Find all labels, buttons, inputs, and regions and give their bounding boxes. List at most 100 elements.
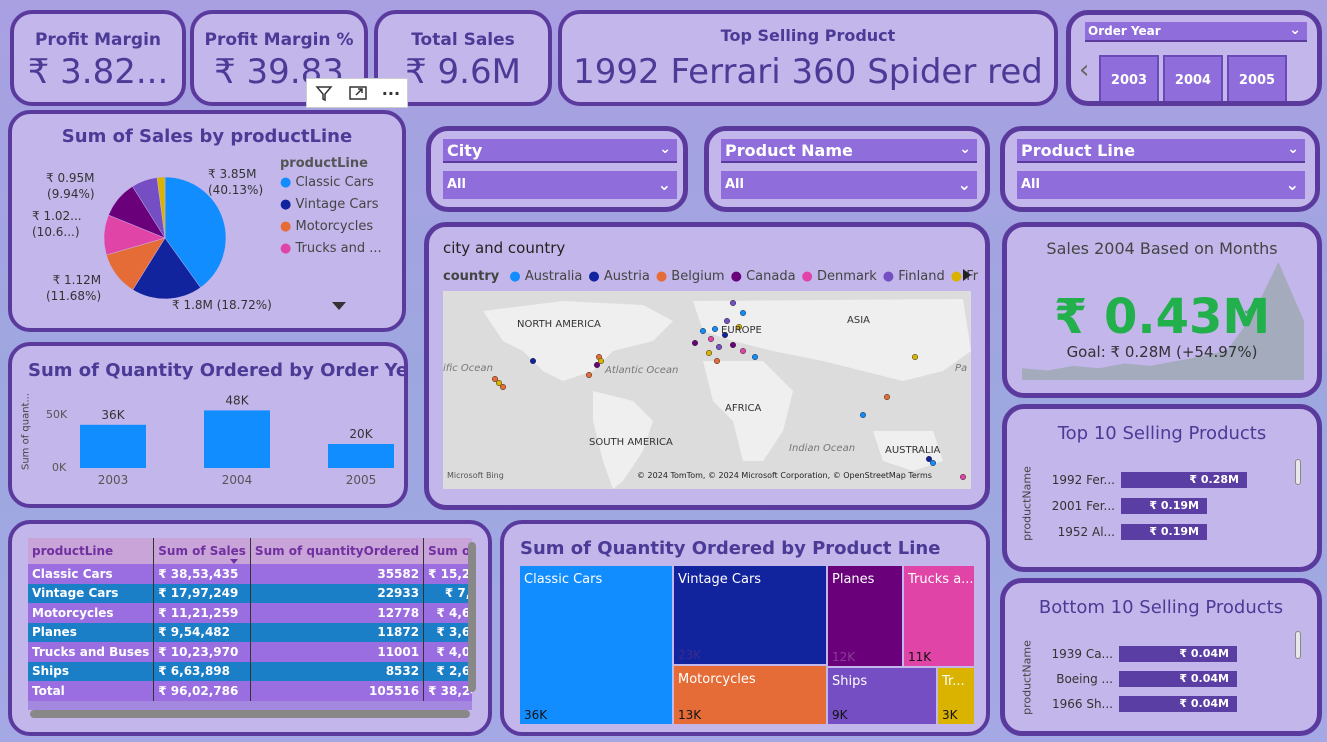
- table-row[interactable]: Motorcycles₹ 11,21,25912778₹ 4,69,088.18: [28, 603, 472, 623]
- bar[interactable]: ₹ 0.04M: [1119, 646, 1237, 662]
- filter-icon[interactable]: [314, 83, 334, 103]
- legend-item[interactable]: ● Austria: [588, 269, 649, 284]
- legend-item[interactable]: ● Australia: [509, 269, 582, 284]
- bar[interactable]: [328, 444, 394, 468]
- map-point[interactable]: [529, 357, 537, 365]
- map-point[interactable]: [859, 411, 867, 419]
- legend-item[interactable]: ● Vintage Cars: [280, 197, 382, 212]
- column-header[interactable]: Sum of quantityOrdered: [250, 538, 425, 564]
- map-point[interactable]: [699, 327, 707, 335]
- table-cell: Total: [28, 681, 155, 701]
- bar[interactable]: ₹ 0.28M: [1121, 472, 1247, 488]
- year-button-2005[interactable]: 2005: [1227, 55, 1287, 101]
- map-point[interactable]: [739, 309, 747, 317]
- map-point[interactable]: [959, 473, 967, 481]
- treemap-cell[interactable]: Trucks a... 11K: [904, 566, 974, 666]
- map-point[interactable]: [499, 383, 507, 391]
- legend-item[interactable]: ● Canada: [731, 269, 796, 284]
- map-point[interactable]: [729, 299, 737, 307]
- legend-label: Belgium: [671, 269, 725, 284]
- table-row[interactable]: Planes₹ 9,54,48211872₹ 3,65,805.17: [28, 622, 472, 642]
- pie-label-value: ₹ 3.85M: [208, 167, 257, 181]
- legend-item[interactable]: ● Motorcycles: [280, 219, 382, 234]
- chevron-down-icon[interactable]: ⌄: [959, 141, 971, 157]
- treemap-cell[interactable]: Ships 9K: [828, 668, 936, 724]
- map-canvas[interactable]: NORTH AMERICA EUROPE ASIA Atlantic Ocean…: [443, 291, 971, 489]
- treemap: Classic Cars 36K Vintage Cars 23K Planes 12K T…: [520, 566, 974, 724]
- map-credit[interactable]: © 2024 TomTom, © 2024 Microsoft Corporat…: [637, 471, 932, 480]
- legend-title: country: [443, 269, 500, 284]
- vertical-scrollbar[interactable]: [468, 542, 476, 692]
- scrollbar[interactable]: [1295, 459, 1301, 485]
- bing-logo: Microsoft Bing: [447, 471, 504, 480]
- map-card: city and country country ● Australia ● Au…: [424, 222, 990, 510]
- map-point[interactable]: [751, 353, 759, 361]
- chevron-left-icon[interactable]: ‹: [1079, 55, 1089, 85]
- map-point[interactable]: [715, 343, 723, 351]
- table-cell: ₹ 10,23,970: [153, 642, 251, 662]
- map-point[interactable]: [739, 347, 747, 355]
- map-point[interactable]: [707, 335, 715, 343]
- city-dropdown[interactable]: All ⌄: [443, 171, 677, 199]
- chevron-down-icon[interactable]: ⌄: [659, 141, 671, 157]
- map-point[interactable]: [929, 459, 937, 467]
- year-button-2003[interactable]: 2003: [1099, 55, 1159, 101]
- kpi-title: Total Sales: [411, 30, 515, 50]
- table-row[interactable]: Ships₹ 6,63,8988532₹ 2,61,189.13: [28, 661, 472, 681]
- chevron-down-icon[interactable]: ⌄: [1287, 141, 1299, 157]
- product-line-dropdown[interactable]: All ⌄: [1017, 171, 1305, 199]
- map-point[interactable]: [691, 339, 699, 347]
- legend-label: Denmark: [817, 269, 877, 284]
- map-point[interactable]: [729, 341, 737, 349]
- treemap-cell[interactable]: Classic Cars 36K: [520, 566, 672, 724]
- legend-item[interactable]: ● Denmark: [802, 269, 877, 284]
- legend-dot-icon: ●: [655, 269, 672, 284]
- map-point[interactable]: [711, 325, 719, 333]
- bar[interactable]: ₹ 0.04M: [1119, 671, 1237, 687]
- table-row[interactable]: Classic Cars₹ 38,53,43535582₹ 15,25,724.…: [28, 564, 472, 584]
- chevron-down-icon[interactable]: ⌄: [1289, 22, 1301, 38]
- map-point[interactable]: [593, 361, 601, 369]
- treemap-cell[interactable]: Tr... 3K: [938, 668, 974, 724]
- product-name-dropdown[interactable]: All ⌄: [721, 171, 977, 199]
- column-header[interactable]: Sum of Profit: [423, 538, 472, 564]
- treemap-label: Motorcycles: [678, 672, 756, 687]
- treemap-cell[interactable]: Vintage Cars 23K: [674, 566, 826, 664]
- map-point[interactable]: [883, 393, 891, 401]
- legend-item[interactable]: ● Classic Cars: [280, 175, 382, 190]
- map-point[interactable]: [713, 357, 721, 365]
- legend-item[interactable]: ● Belgium: [656, 269, 725, 284]
- pie-label-motorcycles: ₹ 1.12M (11.68%): [46, 272, 101, 304]
- table-row[interactable]: Vintage Cars₹ 17,97,24922933₹ 7,36,957.7: [28, 583, 472, 603]
- map-point[interactable]: [911, 353, 919, 361]
- map-point[interactable]: [723, 317, 731, 325]
- bar[interactable]: ₹ 0.19M: [1121, 524, 1207, 540]
- sort-descending-icon[interactable]: [230, 559, 238, 564]
- column-header[interactable]: productLine: [28, 538, 155, 564]
- bar[interactable]: [80, 424, 146, 468]
- map-label-south-america: SOUTH AMERICA: [589, 437, 673, 448]
- treemap-cell[interactable]: Motorcycles 13K: [674, 666, 826, 724]
- treemap-cell[interactable]: Planes 12K: [828, 566, 902, 666]
- scrollbar[interactable]: [1295, 631, 1301, 659]
- legend-item[interactable]: ● Finland: [883, 269, 945, 284]
- legend-item[interactable]: ● Trucks and ...: [280, 241, 382, 256]
- more-options-icon[interactable]: ···: [382, 84, 400, 103]
- table-row[interactable]: Trucks and Buses₹ 10,23,97011001₹ 4,00,4…: [28, 642, 472, 662]
- focus-mode-icon[interactable]: [348, 83, 368, 103]
- table-cell: ₹ 38,53,435: [153, 564, 251, 584]
- horizontal-scrollbar[interactable]: [30, 710, 470, 718]
- map-point[interactable]: [585, 371, 593, 379]
- legend-scroll-down-icon[interactable]: [332, 302, 346, 310]
- kpi-value: ₹ 0.43M: [1053, 289, 1271, 345]
- chart-title: Bottom 10 Selling Products: [1038, 597, 1284, 618]
- treemap-label: Ships: [832, 674, 868, 689]
- slicer-title: Product Line: [1021, 141, 1136, 160]
- legend-next-icon[interactable]: [963, 269, 971, 281]
- year-button-2004[interactable]: 2004: [1163, 55, 1223, 101]
- map-point[interactable]: [705, 349, 713, 357]
- bar[interactable]: ₹ 0.19M: [1121, 498, 1207, 514]
- bar[interactable]: [204, 410, 270, 468]
- pie-label-classic: ₹ 3.85M (40.13%): [208, 166, 263, 198]
- bar[interactable]: ₹ 0.04M: [1119, 696, 1237, 712]
